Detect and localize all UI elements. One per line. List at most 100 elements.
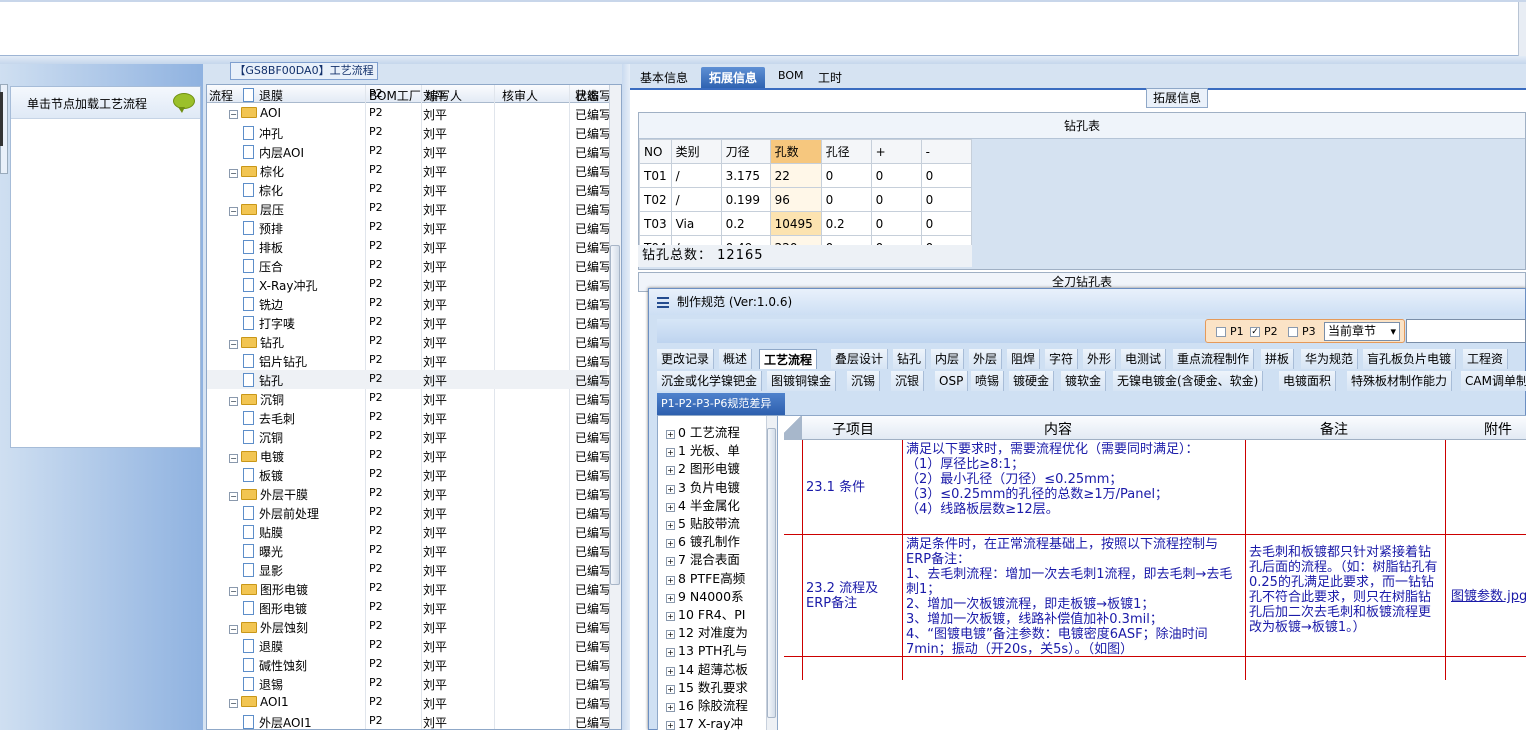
chapter-item[interactable]: +9 N4000系 [666,586,744,605]
attachment-link[interactable]: 图镀参数.jpg [1451,589,1526,604]
p1-checkbox[interactable] [1216,327,1226,337]
drill-col-no[interactable]: NO [639,139,672,164]
tab-ext-info[interactable]: 拓展信息 [701,67,766,88]
p3-checkbox[interactable] [1288,327,1298,337]
chapter-item[interactable]: +16 除胶流程 [666,695,748,714]
tab-basic-info[interactable]: 基本信息 [632,67,696,88]
chapter-item[interactable]: +0 工艺流程 [666,422,740,441]
table-row[interactable]: 退膜 P2 刘平 已编写 [207,636,611,655]
collapse-icon[interactable]: − [229,397,238,406]
drill-col-count[interactable]: 孔数 [769,139,822,164]
drill-row[interactable]: T02/0.199 96 0 0 0 [639,187,972,212]
spec-tab[interactable]: 字符 [1045,349,1079,369]
drill-col-tool[interactable]: 刀径 [720,139,771,164]
table-row[interactable]: 铣边 P2 刘平 已编写 [207,294,611,313]
req-col-content[interactable]: 内容 [1044,419,1072,439]
chapter-item[interactable]: +14 超薄芯板 [666,659,748,678]
chapter-item[interactable]: +15 数孔要求 [666,677,748,696]
chapter-item[interactable]: +8 PTFE高频 [666,568,745,587]
spec-tab[interactable]: 电镀面积 [1279,371,1337,391]
expand-icon[interactable]: + [666,502,675,512]
chapter-item[interactable]: +12 对准度为 [666,622,748,641]
table-row[interactable]: − 电镀 P2 刘平 已编写 [207,446,611,465]
table-row[interactable]: 去毛刺 P2 刘平 已编写 [207,408,611,427]
expand-icon[interactable]: + [666,684,675,694]
collapse-icon[interactable]: − [229,207,238,216]
table-row[interactable]: X-Ray冲孔 P2 刘平 已编写 [207,275,611,294]
expand-icon[interactable]: + [666,593,675,603]
req-col-sub[interactable]: 子项目 [832,419,874,439]
table-row[interactable]: 外层AOI1 P2 刘平 已编写 [207,712,611,729]
spec-tab[interactable]: 拼板 [1261,349,1295,369]
drill-row[interactable]: T01/3.175 22 0 0 0 [639,163,972,188]
table-row[interactable]: 贴膜 P2 刘平 已编写 [207,522,611,541]
expand-icon[interactable]: + [666,666,675,676]
collapse-icon[interactable]: − [229,340,238,349]
vertical-splitter[interactable] [622,64,630,730]
expand-icon[interactable]: + [666,648,675,658]
drill-row[interactable]: T03 Via 0.2 10495 0.2 0 0 [639,211,972,236]
table-row[interactable]: − 图形电镀 P2 刘平 已编写 [207,579,611,598]
expand-icon[interactable]: + [666,448,675,458]
spec-tab[interactable]: 电测试 [1121,349,1167,369]
drill-col-hole[interactable]: 孔径 [820,139,872,164]
spec-tab[interactable]: 沉锡 [847,371,881,391]
chapter-item[interactable]: +4 半金属化 [666,495,740,514]
table-row[interactable]: − 棕化 P2 刘平 已编写 [207,161,611,180]
spec-tab[interactable]: 特殊板材制作能力 [1347,371,1453,391]
collapse-icon[interactable]: − [229,492,238,501]
chapter-item[interactable]: +1 光板、单 [666,440,740,459]
table-row[interactable]: 显影 P2 刘平 已编写 [207,560,611,579]
chapter-item[interactable]: +10 FR4、PI [666,604,745,623]
chapter-item[interactable]: +2 图形电镀 [666,458,740,477]
spec-tab[interactable]: 沉银 [891,371,925,391]
select-all-corner[interactable] [784,416,802,440]
table-row[interactable]: 钻孔 P2 刘平 已编写 [207,370,611,389]
collapse-icon[interactable]: − [229,625,238,634]
spec-tab[interactable]: 图镀铜镍金 [767,371,837,391]
table-row[interactable]: 排板 P2 刘平 已编写 [207,237,611,256]
table-row[interactable]: 沉铜 P2 刘平 已编写 [207,427,611,446]
table-row[interactable]: 退锡 P2 刘平 已编写 [207,674,611,693]
table-row[interactable]: − 外层蚀刻 P2 刘平 已编写 [207,617,611,636]
drill-col-type[interactable]: 类别 [670,139,722,164]
expand-icon[interactable]: + [666,703,675,712]
speech-bubble-icon[interactable] [173,93,195,113]
expand-icon[interactable]: + [666,466,675,476]
tab-bom[interactable]: BOM [770,67,812,88]
spec-tab[interactable]: 无镍电镀金(含硬金、软金) [1113,371,1264,391]
spec-tab[interactable]: 内层 [931,349,965,369]
spec-tab[interactable]: 阻焊 [1007,349,1041,369]
expand-icon[interactable]: + [666,575,675,585]
chapter-item[interactable]: +7 混合表面 [666,549,740,568]
subtab-diff[interactable]: P1-P2-P3-P6规范差异 [657,393,785,415]
chapter-item[interactable]: +5 贴胶带流 [666,513,740,532]
horizontal-splitter[interactable] [0,56,1526,64]
table-row[interactable]: 压合 P2 刘平 已编写 [207,256,611,275]
drill-col-plus[interactable]: + [870,139,922,164]
spec-tab[interactable]: 外层 [969,349,1003,369]
spec-tab[interactable]: 沉金或化学镍钯金 [657,371,763,391]
spec-tab[interactable]: 镀硬金 [1009,371,1055,391]
table-row[interactable]: 棕化 P2 刘平 已编写 [207,180,611,199]
collapse-icon[interactable]: − [229,169,238,178]
process-loader-header[interactable]: 单击节点加载工艺流程 [11,87,200,119]
chapter-scroll-thumb[interactable] [767,428,776,718]
search-input[interactable] [1406,319,1526,343]
expand-icon[interactable]: + [666,539,675,549]
table-row[interactable]: − 外层干膜 P2 刘平 已编写 [207,484,611,503]
collapse-icon[interactable]: − [229,110,238,119]
spec-tab[interactable]: CAM调单制作 [1461,371,1526,391]
drill-col-minus[interactable]: - [920,139,972,164]
spec-tab[interactable]: 工艺流程 [759,349,818,369]
table-row[interactable]: − AOI1 P2 刘平 已编写 [207,693,611,712]
req-col-attach[interactable]: 附件 [1484,419,1512,439]
chapter-item[interactable]: +6 镀孔制作 [666,531,740,550]
spec-tab[interactable]: 重点流程制作 [1173,349,1255,369]
req-col-note[interactable]: 备注 [1320,419,1348,439]
grid-scroll-thumb[interactable] [610,245,620,585]
table-row[interactable]: 内层AOI P2 刘平 已编写 [207,142,611,161]
expand-icon[interactable]: + [666,721,675,730]
table-row[interactable]: − AOI P2 刘平 已编写 [207,104,611,123]
grid-scrollbar[interactable] [609,85,621,729]
